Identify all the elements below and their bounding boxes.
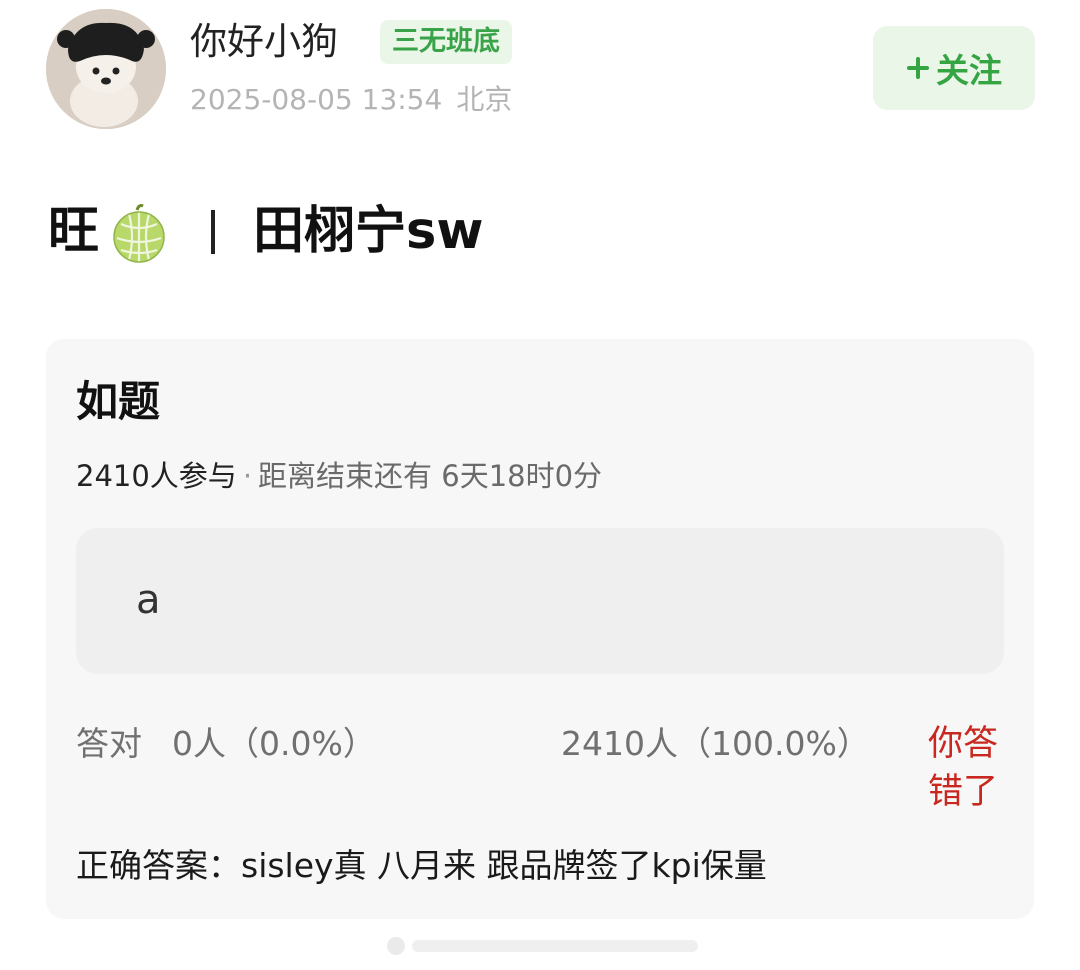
post-meta: 2025-08-05 13:54 北京	[190, 80, 512, 120]
plus-icon	[906, 49, 930, 88]
follow-label: 关注	[936, 51, 1002, 90]
poll-option-label: a	[136, 577, 161, 623]
result-wrong-text: 你答错了	[928, 724, 999, 812]
poll-option-a[interactable]	[76, 528, 1004, 674]
username[interactable]: 你好小狗	[190, 18, 338, 66]
correct-count-label: 答对	[76, 724, 142, 763]
poll-question: 如题	[76, 377, 161, 426]
poll-time-remaining: 距离结束还有 6天18时0分	[258, 459, 603, 493]
post-timestamp: 2025-08-05 13:54	[190, 83, 443, 116]
dog-avatar-image	[46, 9, 166, 129]
post-location: 北京	[456, 83, 513, 116]
poll-info: 2410人参与 · 距离结束还有 6天18时0分	[76, 452, 602, 500]
correct-count: 0人（0.0%）	[172, 724, 376, 763]
poll-participants: 2410人参与	[76, 459, 237, 493]
user-badge: 三无班底	[380, 20, 512, 64]
option-vote-count: 2410人（100.0%）	[561, 724, 870, 763]
avatar[interactable]	[46, 9, 166, 129]
poll-separator: ·	[242, 459, 253, 493]
title-prefix: 旺	[48, 202, 100, 261]
correct-answer: 正确答案：sisley真 八月来 跟品牌签了kpi保量	[76, 846, 767, 885]
title-suffix: 田栩宁sw	[253, 202, 484, 261]
follow-button[interactable]: 关注	[873, 26, 1035, 110]
title-divider	[211, 210, 216, 254]
melon-icon	[107, 200, 171, 264]
post-title: 旺 田栩宁sw	[48, 196, 484, 268]
watermark	[384, 934, 700, 958]
